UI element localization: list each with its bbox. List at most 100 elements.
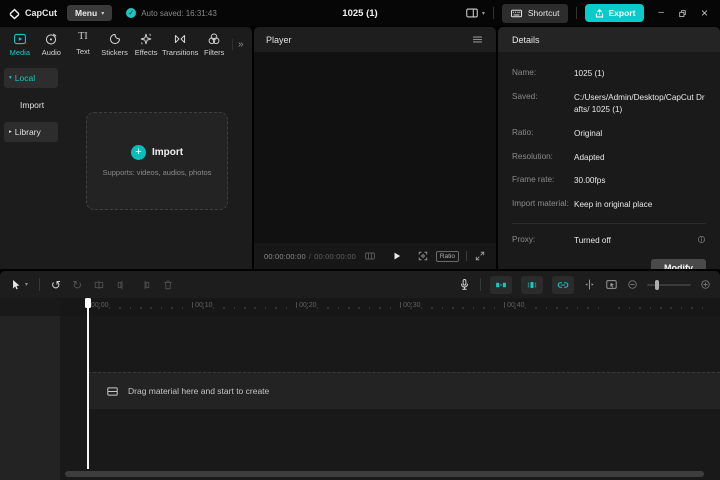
ruler-minor-tick bbox=[452, 307, 454, 309]
stickers-icon bbox=[108, 32, 122, 46]
player-title: Player bbox=[266, 34, 292, 45]
player-viewport bbox=[254, 52, 496, 243]
divider bbox=[512, 223, 706, 225]
ruler-minor-tick bbox=[514, 307, 516, 309]
fit-to-screen-icon[interactable] bbox=[417, 250, 429, 262]
ruler-minor-tick bbox=[244, 307, 246, 309]
capcut-logo-icon bbox=[8, 7, 21, 20]
timeline-panel: ▾ ↺ ↻ 00:00 00:10 00:20 00:30 00:40 Drag… bbox=[0, 271, 720, 480]
frame-preview-icon[interactable] bbox=[364, 250, 376, 262]
zoom-in-icon[interactable] bbox=[700, 279, 711, 290]
detail-row-ratio: Ratio: Original bbox=[512, 127, 603, 138]
filters-icon bbox=[207, 32, 221, 46]
info-icon[interactable] bbox=[697, 235, 706, 244]
detail-row-saved: Saved: C:/Users/Admin/Desktop/CapCut Dra… bbox=[512, 91, 705, 114]
menu-button[interactable]: Menu ▾ bbox=[67, 5, 113, 21]
plus-icon: + bbox=[130, 145, 146, 160]
ruler-minor-tick bbox=[181, 307, 184, 309]
select-tool-button[interactable]: ▾ bbox=[9, 278, 28, 291]
ruler-minor-tick bbox=[649, 307, 652, 309]
tab-audio[interactable]: Audio bbox=[36, 32, 68, 57]
import-dropzone[interactable]: + Import Supports: videos, audios, photo… bbox=[86, 112, 228, 210]
redo-button[interactable]: ↻ bbox=[72, 279, 82, 291]
details-panel: Details Name: 1025 (1) Saved: C:/Users/A… bbox=[498, 27, 720, 269]
ruler-minor-tick bbox=[628, 307, 631, 309]
track-icon bbox=[106, 385, 119, 398]
media-panel: Media Audio TI Text Stickers Effects Tra… bbox=[0, 27, 252, 269]
detail-row-name: Name: 1025 (1) bbox=[512, 68, 605, 78]
layout-switcher-button[interactable]: ▾ bbox=[465, 6, 485, 20]
delete-button[interactable] bbox=[162, 279, 174, 291]
export-icon bbox=[594, 8, 605, 19]
shortcut-button[interactable]: Shortcut bbox=[501, 3, 568, 23]
zoom-out-icon[interactable] bbox=[627, 279, 638, 290]
export-button[interactable]: Export bbox=[584, 4, 645, 22]
ruler-minor-tick bbox=[670, 307, 672, 309]
record-voiceover-icon[interactable] bbox=[458, 278, 471, 291]
horizontal-scrollbar[interactable] bbox=[65, 471, 704, 477]
ruler-minor-tick bbox=[701, 307, 704, 309]
ruler-minor-tick bbox=[108, 307, 111, 309]
empty-track-drop-target[interactable]: Drag material here and start to create bbox=[88, 372, 720, 409]
tab-media[interactable]: Media bbox=[4, 32, 36, 57]
details-header: Details bbox=[498, 27, 720, 52]
sidebar-item-library[interactable]: ▸ Library bbox=[4, 122, 58, 142]
preview-axis-toggle[interactable] bbox=[583, 278, 596, 291]
minimize-button[interactable]: – bbox=[658, 8, 664, 18]
playhead-handle[interactable] bbox=[85, 298, 91, 308]
autosave-text: Auto saved: 16:31:43 bbox=[141, 8, 217, 18]
divider bbox=[480, 278, 481, 291]
more-tabs-button[interactable]: » bbox=[231, 38, 248, 50]
ruler-minor-tick bbox=[441, 307, 444, 309]
ratio-button[interactable]: Ratio bbox=[435, 250, 459, 262]
detail-row-proxy: Proxy: Turned off bbox=[512, 235, 706, 247]
details-title: Details bbox=[512, 34, 540, 45]
tab-transitions[interactable]: Transitions bbox=[162, 32, 198, 57]
sidebar-item-local[interactable]: ▾ Local bbox=[4, 68, 58, 88]
chevron-down-icon: ▾ bbox=[481, 10, 485, 17]
tab-stickers[interactable]: Stickers bbox=[99, 32, 131, 57]
ruler-minor-tick bbox=[150, 307, 152, 309]
sidebar-item-import[interactable]: Import bbox=[4, 95, 58, 115]
play-button[interactable] bbox=[392, 251, 402, 261]
linkage-toggle[interactable] bbox=[552, 275, 574, 294]
ruler-minor-tick bbox=[368, 307, 371, 309]
delete-right-button[interactable] bbox=[139, 279, 151, 291]
caret-down-icon: ▾ bbox=[9, 75, 12, 81]
ruler-minor-tick bbox=[264, 307, 267, 309]
text-icon: TI bbox=[78, 31, 88, 42]
ruler-minor-tick bbox=[285, 307, 288, 309]
delete-left-button[interactable] bbox=[116, 279, 128, 291]
tab-filters[interactable]: Filters bbox=[198, 32, 230, 57]
ruler-minor-tick bbox=[493, 307, 496, 309]
restore-window-button[interactable] bbox=[678, 9, 687, 18]
main-track-magnet-toggle[interactable] bbox=[490, 275, 512, 294]
ruler-minor-tick bbox=[337, 307, 340, 309]
app-name: CapCut bbox=[25, 8, 57, 18]
tab-effects[interactable]: Effects bbox=[130, 32, 162, 57]
timeline-view-settings-icon[interactable] bbox=[605, 278, 618, 291]
import-button-label: Import bbox=[151, 147, 184, 158]
detail-row-resolution: Resolution: Adapted bbox=[512, 151, 605, 162]
tab-text[interactable]: TI Text bbox=[67, 31, 99, 57]
modify-button[interactable]: Modify bbox=[651, 259, 706, 269]
timeline-ruler[interactable]: 00:00 00:10 00:20 00:30 00:40 bbox=[60, 298, 720, 316]
ruler-minor-tick bbox=[275, 307, 277, 309]
undo-button[interactable]: ↺ bbox=[51, 279, 61, 291]
check-circle-icon: ✓ bbox=[126, 8, 137, 18]
project-title: 1025 (1) bbox=[342, 7, 378, 19]
timeline-zoom-slider[interactable] bbox=[647, 279, 691, 290]
player-menu-icon[interactable] bbox=[471, 33, 484, 46]
playhead[interactable] bbox=[85, 298, 91, 469]
chevron-double-right-icon: » bbox=[237, 38, 244, 50]
ruler-minor-tick bbox=[316, 307, 319, 309]
close-button[interactable]: × bbox=[701, 7, 708, 19]
ruler-minor-tick bbox=[410, 307, 412, 309]
split-button[interactable] bbox=[93, 279, 105, 291]
ruler-major-tick bbox=[192, 302, 193, 308]
zoom-slider-handle[interactable] bbox=[655, 279, 659, 290]
ruler-minor-tick bbox=[431, 307, 433, 309]
auto-snapping-toggle[interactable] bbox=[521, 275, 543, 294]
player-header: Player bbox=[254, 27, 496, 52]
fullscreen-icon[interactable] bbox=[474, 250, 486, 262]
